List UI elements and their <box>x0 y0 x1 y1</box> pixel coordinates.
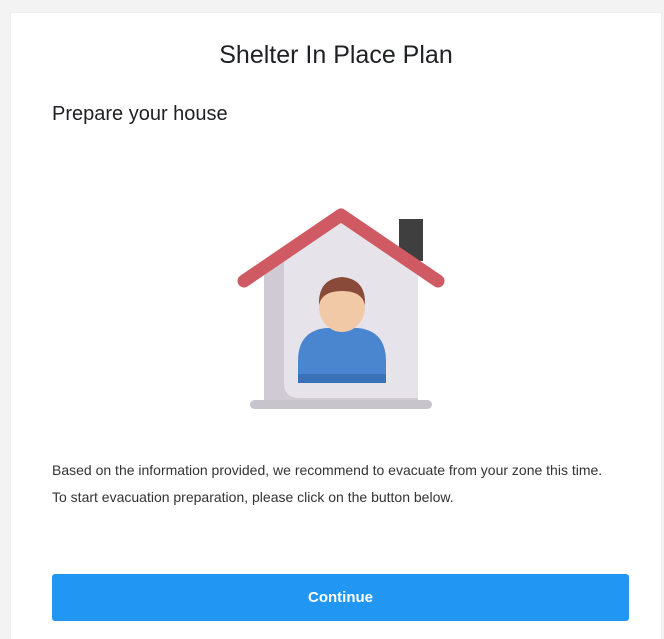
page-title: Shelter In Place Plan <box>219 41 453 69</box>
house-person-icon <box>236 203 446 413</box>
continue-button[interactable]: Continue <box>52 574 629 621</box>
recommendation-text: Based on the information provided, we re… <box>52 462 603 505</box>
section-heading: Prepare your house <box>52 103 228 125</box>
plan-card: Shelter In Place Plan Prepare your house… <box>10 12 662 639</box>
